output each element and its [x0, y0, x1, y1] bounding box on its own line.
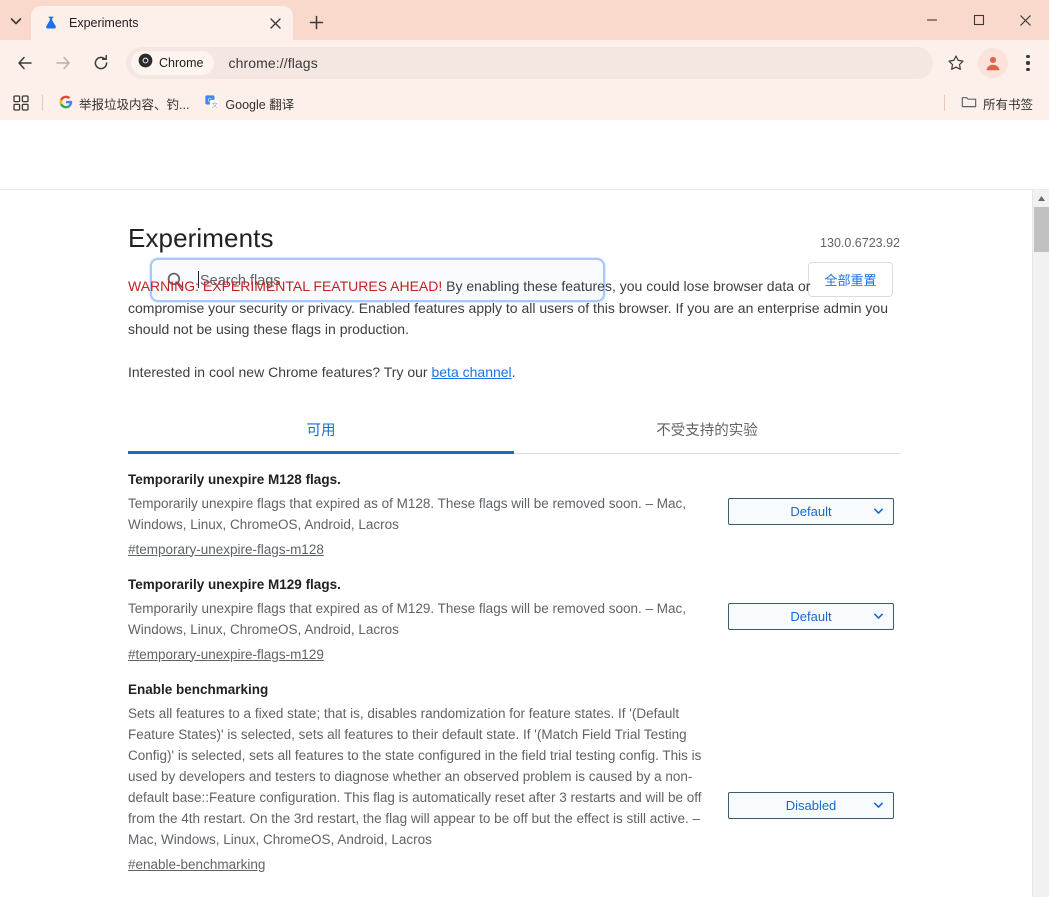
- tab-title: Experiments: [69, 16, 139, 30]
- chrome-logo-icon: [138, 53, 153, 73]
- close-window-button[interactable]: [1002, 0, 1049, 40]
- tab-strip: Experiments: [0, 0, 1049, 40]
- flag-state-select[interactable]: Disabled: [728, 791, 894, 819]
- scrollbar-thumb[interactable]: [1034, 207, 1049, 252]
- flag-entry: Temporarily unexpire M129 flags. Tempora…: [128, 559, 900, 664]
- address-bar[interactable]: Chrome chrome://flags: [126, 47, 933, 79]
- experimental-warning: WARNING: EXPERIMENTAL FEATURES AHEAD! By…: [128, 276, 888, 341]
- flags-tabs: 可用 不受支持的实验: [128, 407, 900, 454]
- scroll-up-arrow-icon[interactable]: [1033, 190, 1049, 207]
- folder-icon: [961, 94, 977, 113]
- omnibox-chrome-chip: Chrome: [131, 51, 215, 75]
- bookmarks-divider: [42, 95, 43, 111]
- page-header: Experiments 130.0.6723.92: [128, 223, 900, 254]
- close-icon[interactable]: [265, 13, 285, 33]
- new-tab-plus-icon[interactable]: [302, 8, 330, 36]
- chevron-down-icon: [873, 611, 884, 622]
- flag-description: Temporarily unexpire flags that expired …: [128, 495, 687, 532]
- all-bookmarks-label: 所有书签: [982, 97, 1033, 112]
- beta-prefix: Interested in cool new Chrome features? …: [128, 363, 432, 380]
- tab-unsupported[interactable]: 不受支持的实验: [514, 407, 900, 453]
- avatar[interactable]: [978, 48, 1008, 78]
- beta-channel-link[interactable]: beta channel: [431, 364, 511, 380]
- back-arrow-icon[interactable]: [8, 46, 42, 80]
- omnibox-chip-label: Chrome: [159, 56, 204, 70]
- flag-entry: Temporarily unexpire M128 flags. Tempora…: [128, 454, 900, 559]
- bookmarks-bar: 举报垃圾内容、钓... G 文 Google 翻译 所有书签: [0, 86, 1049, 120]
- star-icon[interactable]: [939, 46, 973, 80]
- browser-toolbar: Chrome chrome://flags: [0, 40, 1049, 86]
- svg-text:文: 文: [212, 99, 219, 108]
- flag-info: Temporarily unexpire M128 flags. Tempora…: [128, 472, 728, 559]
- chrome-version: 130.0.6723.92: [820, 236, 900, 250]
- bookmark-label: Google 翻译: [225, 97, 295, 112]
- chevron-down-icon: [873, 800, 884, 811]
- google-g-icon: [59, 95, 73, 112]
- three-dot-menu-icon[interactable]: [1013, 46, 1043, 80]
- omnibox-url-text: chrome://flags: [228, 55, 318, 71]
- tab-search-chevron-down-icon[interactable]: [2, 7, 30, 35]
- reload-icon[interactable]: [84, 46, 118, 80]
- flask-icon: [43, 15, 59, 31]
- beta-channel-line: Interested in cool new Chrome features? …: [128, 364, 900, 380]
- flag-description: Sets all features to a fixed state; that…: [128, 705, 702, 847]
- flag-name: Temporarily unexpire M128 flags.: [128, 471, 341, 487]
- google-translate-icon: G 文: [205, 94, 219, 112]
- beta-suffix: .: [511, 363, 516, 380]
- flag-select-wrap: Default: [728, 472, 894, 525]
- flag-state-value: Disabled: [785, 797, 837, 813]
- flags-content: Experiments 130.0.6723.92 WARNING: EXPER…: [0, 191, 1032, 897]
- flag-select-wrap: Disabled: [728, 682, 894, 819]
- flag-name: Temporarily unexpire M129 flags.: [128, 576, 341, 592]
- apps-grid-icon[interactable]: [8, 90, 34, 116]
- toolbar-right-actions: [939, 46, 1043, 80]
- browser-tab[interactable]: Experiments: [31, 6, 293, 40]
- flag-select-wrap: Default: [728, 577, 894, 630]
- flag-state-select[interactable]: Default: [728, 602, 894, 630]
- flag-info: Enable benchmarking Sets all features to…: [128, 682, 728, 874]
- flag-name: Enable benchmarking: [128, 681, 269, 697]
- bookmarks-divider-right: [943, 95, 945, 111]
- browser-window: Experiments Chrome chrome://flags 举报垃圾内容…: [0, 0, 1049, 897]
- bookmark-item[interactable]: 举报垃圾内容、钓...: [51, 91, 197, 115]
- scrollbar-track[interactable]: [1033, 252, 1049, 897]
- flag-permalink[interactable]: #temporary-unexpire-flags-m128: [128, 542, 324, 557]
- flag-state-value: Default: [790, 608, 832, 624]
- flag-permalink[interactable]: #temporary-unexpire-flags-m129: [128, 647, 324, 662]
- bookmark-label: 举报垃圾内容、钓...: [79, 97, 190, 112]
- flag-state-select[interactable]: Default: [728, 497, 894, 525]
- forward-arrow-icon[interactable]: [46, 46, 80, 80]
- page-title: Experiments: [128, 223, 274, 253]
- flag-description: Temporarily unexpire flags that expired …: [128, 600, 687, 637]
- flag-info: Temporarily unexpire M129 flags. Tempora…: [128, 577, 728, 664]
- tab-available[interactable]: 可用: [128, 407, 514, 453]
- page-viewport: Search flags 全部重置 Experiments 130.0.6723…: [0, 120, 1049, 897]
- maximize-button[interactable]: [955, 0, 1002, 40]
- chevron-down-icon: [873, 506, 884, 517]
- warning-headline: WARNING: EXPERIMENTAL FEATURES AHEAD!: [128, 278, 443, 294]
- bookmark-item[interactable]: G 文 Google 翻译: [197, 91, 302, 115]
- vertical-scrollbar[interactable]: [1032, 190, 1049, 897]
- flag-entry: Enable benchmarking Sets all features to…: [128, 664, 900, 874]
- window-controls: [908, 0, 1049, 40]
- all-bookmarks-area: 所有书签: [943, 91, 1041, 115]
- minimize-button[interactable]: [908, 0, 955, 40]
- all-bookmarks-button[interactable]: 所有书签: [953, 91, 1041, 115]
- flags-search-bar-zone: [0, 120, 1049, 190]
- flag-permalink[interactable]: #enable-benchmarking: [128, 857, 265, 872]
- flag-state-value: Default: [790, 503, 832, 519]
